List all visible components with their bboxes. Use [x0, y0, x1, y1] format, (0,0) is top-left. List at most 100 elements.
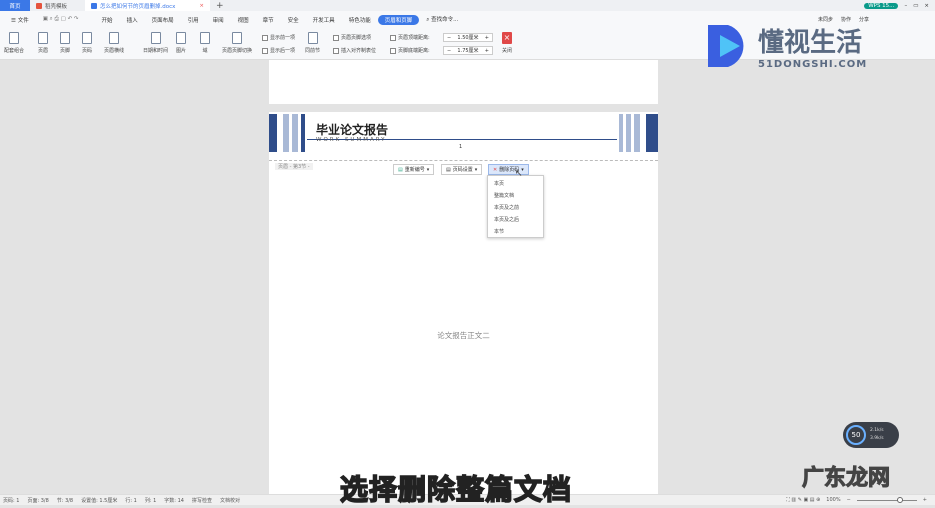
options-icon: [333, 34, 339, 41]
view-mode-icons[interactable]: ⛶ ▥ ✎ ▣ ▤ ⊕: [786, 497, 820, 503]
menu-developer[interactable]: 开发工具: [306, 16, 342, 24]
label: 页脚: [60, 48, 71, 54]
status-section: 节: 3/8: [56, 497, 74, 504]
increment-icon[interactable]: +: [485, 35, 489, 41]
close-header-footer-button[interactable]: × 关闭: [502, 32, 512, 54]
status-page: 页面: 3/8: [27, 497, 49, 504]
insert-align-tab-button[interactable]: 插入对齐制表位: [333, 47, 376, 54]
field-icon: [200, 32, 210, 44]
footer-bottom-stepper[interactable]: −1.75厘米 +: [443, 46, 493, 55]
header-top-label: 页眉顶端距离:: [390, 34, 430, 41]
file-menu[interactable]: ☰ 文件: [4, 16, 36, 24]
status-page-num: 页码: 1: [3, 497, 20, 504]
prev-icon: [262, 34, 268, 41]
delete-page-number-button[interactable]: ✕ 删除页码 ▾: [488, 164, 529, 175]
header-top-stepper[interactable]: −1.50厘米 +: [443, 33, 493, 42]
footer-button[interactable]: 页脚: [60, 32, 70, 54]
page-number-button[interactable]: 页码: [82, 32, 92, 54]
menu-review[interactable]: 审阅: [206, 16, 231, 24]
menu-view[interactable]: 视图: [231, 16, 256, 24]
status-wordcount[interactable]: 字数: 14: [164, 497, 184, 504]
header-boundary: [269, 160, 658, 161]
close-window-icon[interactable]: ×: [924, 3, 929, 9]
zoom-out-button[interactable]: −: [847, 497, 851, 503]
show-next-button[interactable]: 显示后一项: [262, 47, 295, 54]
zoom-slider-thumb[interactable]: [896, 496, 903, 503]
network-speed-widget[interactable]: 50 2.1k/s 3.9k/s: [843, 422, 899, 448]
tab-home[interactable]: 首页: [0, 0, 30, 11]
delete-scope-dropdown: 本页 整篇文档 本页及之前 本页及之后 本节: [487, 175, 544, 238]
label: 配套组合: [4, 48, 25, 54]
decrement-icon[interactable]: −: [447, 35, 451, 41]
label: 页码: [82, 48, 93, 54]
header-subtitle: WORK SUMMARY: [316, 137, 387, 143]
label: 关闭: [502, 48, 513, 54]
header-stripe: [619, 114, 623, 152]
proofread-button[interactable]: 文档校对: [220, 497, 240, 504]
renumber-button[interactable]: ▤ 重新编号 ▾: [393, 164, 435, 175]
header-footer-options-button[interactable]: 页眉页脚选项: [333, 34, 371, 41]
decrement-icon[interactable]: −: [447, 48, 451, 54]
page-number: 1: [459, 144, 463, 150]
option-this-page[interactable]: 本页: [488, 178, 543, 190]
value[interactable]: 1.50厘米: [457, 34, 478, 41]
label: 页眉页脚切换: [222, 48, 253, 54]
page-previous: [269, 60, 658, 104]
value[interactable]: 1.75厘米: [457, 47, 478, 54]
menu-security[interactable]: 安全: [281, 16, 306, 24]
option-this-and-before[interactable]: 本页及之前: [488, 202, 543, 214]
view-controls: ⛶ ▥ ✎ ▣ ▤ ⊕ 100% − +: [786, 496, 935, 503]
menu-start[interactable]: 开始: [95, 16, 120, 24]
new-tab-button[interactable]: +: [210, 0, 230, 11]
menu-section[interactable]: 章节: [256, 16, 281, 24]
tab-label: 首页: [9, 3, 21, 10]
same-as-prev-button[interactable]: 同前节: [305, 32, 320, 54]
menu-insert[interactable]: 插入: [120, 16, 145, 24]
increment-icon[interactable]: +: [485, 48, 489, 54]
show-prev-button[interactable]: 显示前一项: [262, 34, 295, 41]
combo-button[interactable]: 配套组合: [4, 32, 24, 54]
speed-percent: 50: [846, 425, 866, 445]
mouse-cursor-icon: ↖: [515, 169, 523, 179]
delete-icon: ✕: [493, 166, 498, 173]
field-button[interactable]: 域: [200, 32, 210, 54]
zoom-slider[interactable]: [856, 496, 917, 503]
option-this-and-after[interactable]: 本页及之后: [488, 214, 543, 226]
tab-templates[interactable]: 稻壳模板: [30, 0, 85, 11]
header-button[interactable]: 页眉: [38, 32, 48, 54]
label: 页眉横线: [104, 48, 125, 54]
close-tab-icon[interactable]: ×: [199, 3, 204, 9]
menu-layout[interactable]: 页面布局: [145, 16, 181, 24]
option-whole-document[interactable]: 整篇文档: [488, 190, 543, 202]
header-stripe: [269, 114, 277, 152]
calendar-icon: [150, 32, 161, 44]
header-stripe: [283, 114, 289, 152]
picture-button[interactable]: 图片: [176, 32, 186, 54]
menu-features[interactable]: 特色功能: [342, 16, 378, 24]
zoom-level[interactable]: 100%: [826, 497, 840, 503]
datetime-button[interactable]: 日期和时间: [143, 32, 168, 54]
status-col: 列: 1: [144, 497, 157, 504]
menu-references[interactable]: 引用: [181, 16, 206, 24]
label: 页脚底端距离:: [398, 48, 430, 54]
switch-header-footer-button[interactable]: 页眉页脚切换: [222, 32, 252, 54]
watermark-logo: 懂视生活 51DONGSHI.COM: [706, 22, 867, 70]
label: 显示前一项: [270, 35, 296, 41]
zoom-in-button[interactable]: +: [923, 497, 927, 503]
search-command[interactable]: ⌕ 查找命令...: [419, 15, 465, 24]
label: 页码设置: [452, 167, 473, 173]
tab-label: 稻壳模板: [45, 3, 68, 10]
minimize-icon[interactable]: –: [904, 3, 907, 9]
quick-access-icons[interactable]: ▣ ⌕ ⎙ ▢ ↶ ↷: [36, 16, 95, 23]
header-line-button[interactable]: 页眉横线: [104, 32, 124, 54]
spell-check-button[interactable]: 拼写检查: [192, 497, 212, 504]
header-stripe: [646, 114, 658, 152]
page-number-settings-button[interactable]: ▤ 页码设置 ▾: [441, 164, 483, 175]
option-this-section[interactable]: 本节: [488, 226, 543, 238]
page-number-icon: [82, 32, 92, 44]
header-distance-icon: [390, 34, 396, 41]
maximize-icon[interactable]: ▭: [913, 3, 918, 9]
tab-document[interactable]: 怎么把如何节的页眉删掉.docx ×: [85, 0, 210, 11]
account-badge[interactable]: WPS 15...: [864, 2, 899, 9]
menu-header-footer[interactable]: 页眉和页脚: [377, 14, 420, 25]
